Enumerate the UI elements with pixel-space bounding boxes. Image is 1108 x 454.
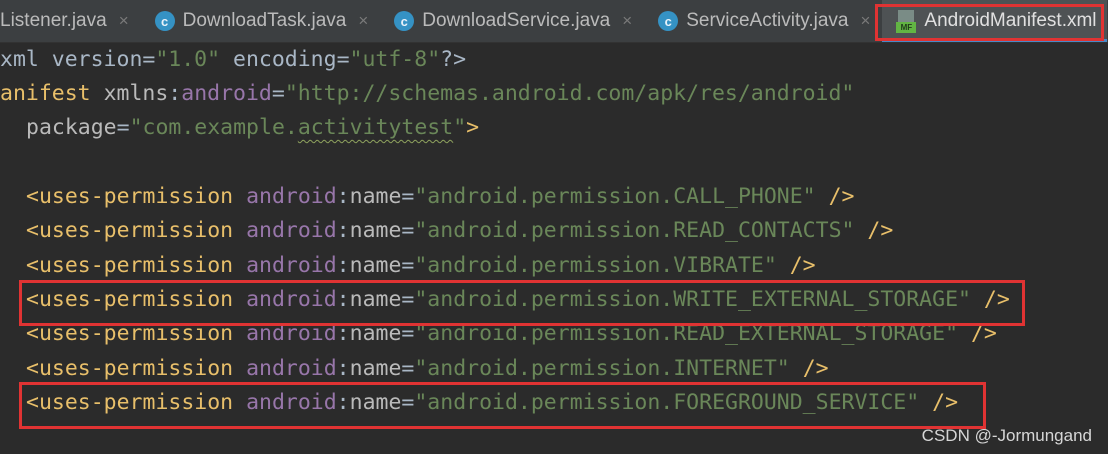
- code-line-permission: <uses-permission android:name="android.p…: [26, 218, 894, 243]
- tab-downloadtask-java[interactable]: c DownloadTask.java ×: [141, 0, 381, 42]
- highlight-box-write-external-storage: [19, 280, 1025, 326]
- code-line-xml-declaration: xml version="1.0" encoding="utf-8"?>: [0, 47, 467, 72]
- java-class-icon: c: [154, 11, 175, 31]
- code-line-package: package="com.example.activitytest">: [26, 115, 480, 140]
- code-line-permission: <uses-permission android:name="android.p…: [26, 184, 855, 209]
- close-icon[interactable]: ×: [358, 11, 368, 31]
- code-line-manifest-open: anifest xmlns:android="http://schemas.an…: [0, 81, 855, 106]
- java-class-icon: c: [394, 11, 415, 31]
- watermark-text: CSDN @-Jormungand: [921, 426, 1092, 445]
- highlight-box-foreground-service: [19, 382, 986, 429]
- tab-label: ServiceActivity.java: [686, 10, 849, 31]
- code-line-permission: <uses-permission android:name="android.p…: [26, 356, 829, 381]
- java-class-icon: c: [658, 11, 679, 31]
- tab-label: DownloadTask.java: [182, 10, 347, 31]
- typo-warning-underline: activitytest: [297, 115, 454, 140]
- tab-label: Listener.java: [0, 10, 107, 31]
- close-icon[interactable]: ×: [622, 11, 632, 31]
- tab-listener-java[interactable]: Listener.java ×: [0, 0, 141, 42]
- close-icon[interactable]: ×: [860, 11, 870, 31]
- active-tab-highlight: [875, 4, 1104, 41]
- tab-label: DownloadService.java: [422, 10, 611, 31]
- tab-serviceactivity-java[interactable]: c ServiceActivity.java ×: [644, 0, 882, 42]
- tab-downloadservice-java[interactable]: c DownloadService.java ×: [380, 0, 644, 42]
- code-line-permission: <uses-permission android:name="android.p…: [26, 253, 816, 278]
- close-icon[interactable]: ×: [119, 11, 129, 31]
